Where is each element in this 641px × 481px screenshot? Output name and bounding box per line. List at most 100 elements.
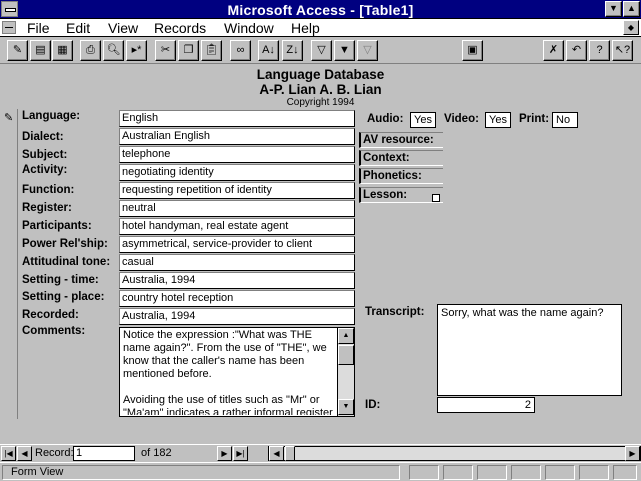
apply-filter-icon[interactable]: ▼	[334, 40, 355, 61]
setting-place-field[interactable]: country hotel reception	[119, 290, 355, 307]
comments-field[interactable]: Notice the expression :"What was THE nam…	[119, 327, 355, 417]
status-indicator-2	[443, 465, 473, 480]
participants-field[interactable]: hotel handyman, real estate agent	[119, 218, 355, 235]
undo-icon[interactable]: ↶	[566, 40, 587, 61]
transcript-field[interactable]: Sorry, what was the name again?	[437, 304, 622, 396]
pencil-icon: ✎	[4, 112, 14, 124]
menu-edit[interactable]: Edit	[66, 20, 90, 36]
cut-icon[interactable]: ✂	[155, 40, 176, 61]
help-icon[interactable]: ?	[589, 40, 610, 61]
minimize-button[interactable]: ▼	[605, 1, 622, 17]
paste-icon[interactable]: 📋︎	[201, 40, 222, 61]
recorded-field[interactable]: Australia, 1994	[119, 308, 355, 325]
scroll-left-icon[interactable]: ◀	[269, 446, 284, 461]
av-resource-field[interactable]: AV resource:	[359, 132, 443, 148]
horizontal-scrollbar[interactable]: ◀ ▶	[268, 446, 641, 461]
form-view-icon[interactable]: ▤	[30, 40, 51, 61]
status-bar: Form View	[0, 462, 641, 481]
menu-file[interactable]: File	[27, 20, 50, 36]
sort-ascending-icon[interactable]: A↓	[258, 40, 279, 61]
form-heading: Language Database	[256, 67, 385, 82]
copy-icon[interactable]: ❐	[178, 40, 199, 61]
next-record-icon[interactable]: ▶	[217, 446, 232, 461]
subject-field[interactable]: telephone	[119, 146, 355, 163]
lesson-checkbox[interactable]	[432, 194, 440, 202]
scroll-right-icon[interactable]: ▶	[625, 446, 640, 461]
status-indicator-1	[409, 465, 439, 480]
comments-scrollbar[interactable]: ▲ ▼	[337, 328, 354, 416]
context-field[interactable]: Context:	[359, 150, 443, 166]
menu-help[interactable]: Help	[291, 20, 320, 36]
power-relationship-label: Power Rel'ship:	[22, 238, 108, 250]
setting-time-field[interactable]: Australia, 1994	[119, 272, 355, 289]
scroll-down-icon[interactable]: ▼	[338, 399, 354, 415]
title-bar: Microsoft Access - [Table1] ▼ ▲	[0, 0, 641, 19]
maximize-button[interactable]: ▲	[623, 1, 640, 17]
toolbar: ✎ ▤ ▦ ⎙ 🔍︎ ▸* ✂ ❐ 📋︎ ∞ A↓ Z↓ ▽ ▼ ▽ ▣ ✗ ↶…	[0, 37, 641, 64]
print-label: Print:	[519, 113, 550, 125]
new-record-icon[interactable]: ▸*	[126, 40, 147, 61]
menu-window[interactable]: Window	[224, 20, 274, 36]
status-text: Form View	[2, 465, 400, 480]
comments-label: Comments:	[22, 325, 86, 337]
print-field[interactable]: No	[552, 112, 578, 128]
find-icon[interactable]: ∞	[230, 40, 251, 61]
dialect-field[interactable]: Australian English	[119, 128, 355, 145]
design-view-icon[interactable]: ✎	[7, 40, 28, 61]
scroll-thumb[interactable]	[338, 345, 354, 365]
attitudinal-tone-field[interactable]: casual	[119, 254, 355, 271]
delete-icon[interactable]: ✗	[543, 40, 564, 61]
video-field[interactable]: Yes	[485, 112, 511, 128]
status-indicator-4	[511, 465, 541, 480]
status-indicator-6	[579, 465, 609, 480]
previous-record-icon[interactable]: ◀	[17, 446, 32, 461]
recorded-label: Recorded:	[22, 309, 79, 321]
database-window-icon[interactable]: ▣	[462, 40, 483, 61]
function-label: Function:	[22, 184, 75, 196]
menu-view[interactable]: View	[108, 20, 138, 36]
datasheet-view-icon[interactable]: ▦	[52, 40, 73, 61]
comments-paragraph-2: Avoiding the use of titles such as "Mr" …	[123, 394, 333, 415]
id-label: ID:	[365, 399, 381, 411]
menu-bar: File Edit View Records Window Help ◆	[0, 19, 641, 37]
subject-label: Subject:	[22, 149, 68, 161]
record-navigation-bar: |◀ ◀ Record: 1 of 182 ▶ ▶| ◀ ▶	[0, 444, 641, 462]
power-relationship-field[interactable]: asymmetrical, service-provider to client	[119, 236, 355, 253]
first-record-icon[interactable]: |◀	[1, 446, 16, 461]
restore-document-button[interactable]: ◆	[623, 20, 639, 35]
register-label: Register:	[22, 202, 72, 214]
lesson-field[interactable]: Lesson:	[359, 187, 443, 203]
context-help-icon[interactable]: ↖?	[612, 40, 633, 61]
dialect-label: Dialect:	[22, 131, 64, 143]
activity-field[interactable]: negotiating identity	[119, 164, 355, 181]
last-record-icon[interactable]: ▶|	[233, 446, 248, 461]
remove-filter-icon[interactable]: ▽	[357, 40, 378, 61]
activity-label: Activity:	[22, 164, 68, 176]
phonetics-field[interactable]: Phonetics:	[359, 168, 443, 184]
participants-label: Participants:	[22, 220, 92, 232]
form-copyright: Copyright 1994	[286, 97, 355, 108]
function-field[interactable]: requesting repetition of identity	[119, 182, 355, 199]
scroll-up-icon[interactable]: ▲	[338, 328, 354, 344]
language-field[interactable]: English	[119, 110, 355, 127]
print-preview-icon[interactable]: 🔍︎	[103, 40, 124, 61]
form-area: Language Database A-P. Lian A. B. Lian C…	[0, 64, 641, 444]
status-indicator-7	[613, 465, 637, 480]
filter-by-form-icon[interactable]: ▽	[311, 40, 332, 61]
audio-field[interactable]: Yes	[410, 112, 436, 128]
record-selector[interactable]: ✎	[0, 109, 18, 419]
transcript-label: Transcript:	[365, 306, 425, 318]
video-label: Video:	[444, 113, 479, 125]
document-system-menu-icon[interactable]	[2, 21, 16, 34]
id-field[interactable]: 2	[437, 397, 535, 413]
menu-records[interactable]: Records	[154, 20, 206, 36]
scroll-thumb-horizontal[interactable]	[285, 446, 295, 461]
record-count: of 182	[141, 447, 172, 459]
current-record-field[interactable]: 1	[73, 446, 135, 461]
register-field[interactable]: neutral	[119, 200, 355, 217]
status-indicator-3	[477, 465, 507, 480]
comments-text: Notice the expression :"What was THE nam…	[123, 329, 337, 415]
sort-descending-icon[interactable]: Z↓	[282, 40, 303, 61]
print-icon[interactable]: ⎙	[80, 40, 101, 61]
record-label: Record:	[35, 447, 74, 459]
